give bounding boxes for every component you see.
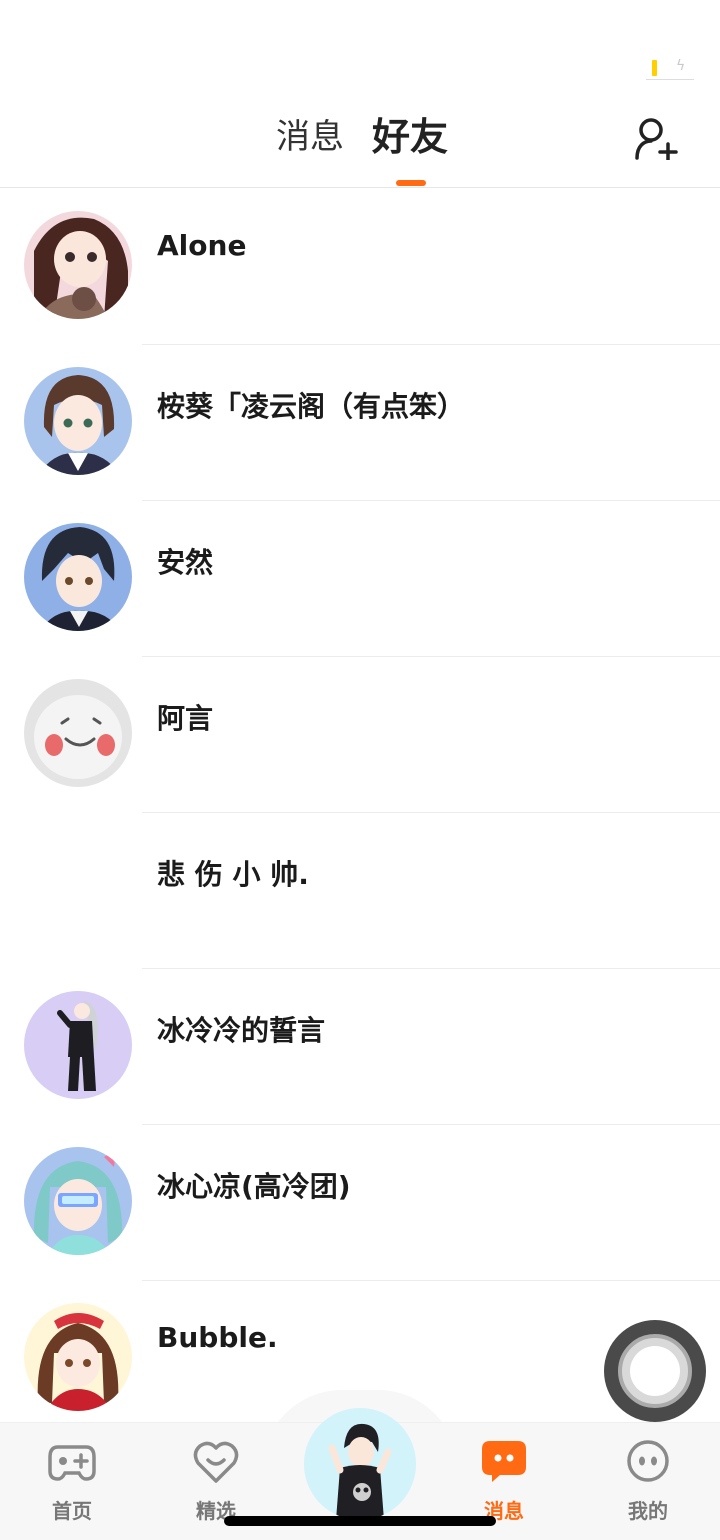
friend-list: Alone 桉葵「凌云阁（有点笨） 安然 阿言 悲 伤 小 帅. 冰冷冷的誓言 …	[0, 189, 720, 1437]
assistive-ring	[618, 1334, 692, 1408]
friend-name: 悲 伤 小 帅.	[157, 858, 309, 891]
header: 消息 好友	[0, 100, 720, 188]
avatar[interactable]	[24, 679, 132, 787]
face-icon	[627, 1440, 669, 1482]
avatar[interactable]	[24, 1303, 132, 1411]
avatar[interactable]	[24, 211, 132, 319]
add-user-icon[interactable]	[634, 116, 678, 160]
friend-row[interactable]: 冰冷冷的誓言	[0, 969, 720, 1125]
floating-assistive-button[interactable]	[604, 1320, 706, 1422]
avatar[interactable]	[24, 991, 132, 1099]
friend-name: 冰心凉(高冷团)	[157, 1170, 351, 1203]
friend-name: 冰冷冷的誓言	[157, 1014, 326, 1047]
nav-me-label: 我的	[628, 1499, 668, 1523]
avatar[interactable]	[24, 367, 132, 475]
heart-chat-icon	[193, 1441, 239, 1483]
avatar[interactable]	[24, 523, 132, 631]
friend-row[interactable]: 阿言	[0, 657, 720, 813]
friend-row[interactable]: 冰心凉(高冷团)	[0, 1125, 720, 1281]
nav-me[interactable]: 我的	[598, 1439, 698, 1524]
nav-messages[interactable]: 消息	[454, 1439, 554, 1524]
friend-name: Alone	[157, 229, 247, 262]
friend-row[interactable]: Alone	[0, 189, 720, 345]
avatar[interactable]	[24, 1147, 132, 1255]
nav-featured[interactable]: 精选	[166, 1439, 266, 1524]
friend-name: 桉葵「凌云阁（有点笨）	[157, 390, 466, 423]
center-avatar-button[interactable]	[304, 1408, 416, 1520]
friend-name: 阿言	[157, 702, 214, 735]
tab-messages[interactable]: 消息	[276, 114, 344, 160]
friend-row[interactable]: 桉葵「凌云阁（有点笨）	[0, 345, 720, 501]
nav-home-label: 首页	[52, 1499, 92, 1523]
friend-name: 安然	[157, 546, 214, 579]
battery-icon: ϟ	[646, 56, 694, 80]
message-bubble-icon	[482, 1441, 526, 1482]
gamepad-icon	[48, 1445, 96, 1481]
status-bar: ϟ	[0, 0, 720, 100]
home-indicator	[224, 1516, 496, 1526]
friend-row[interactable]: 悲 伤 小 帅.	[0, 813, 720, 969]
friend-name: Bubble.	[157, 1321, 278, 1354]
nav-home[interactable]: 首页	[22, 1439, 122, 1524]
tab-active-indicator	[396, 180, 426, 186]
tab-friends[interactable]: 好友	[372, 114, 448, 160]
friend-row[interactable]: 安然	[0, 501, 720, 657]
